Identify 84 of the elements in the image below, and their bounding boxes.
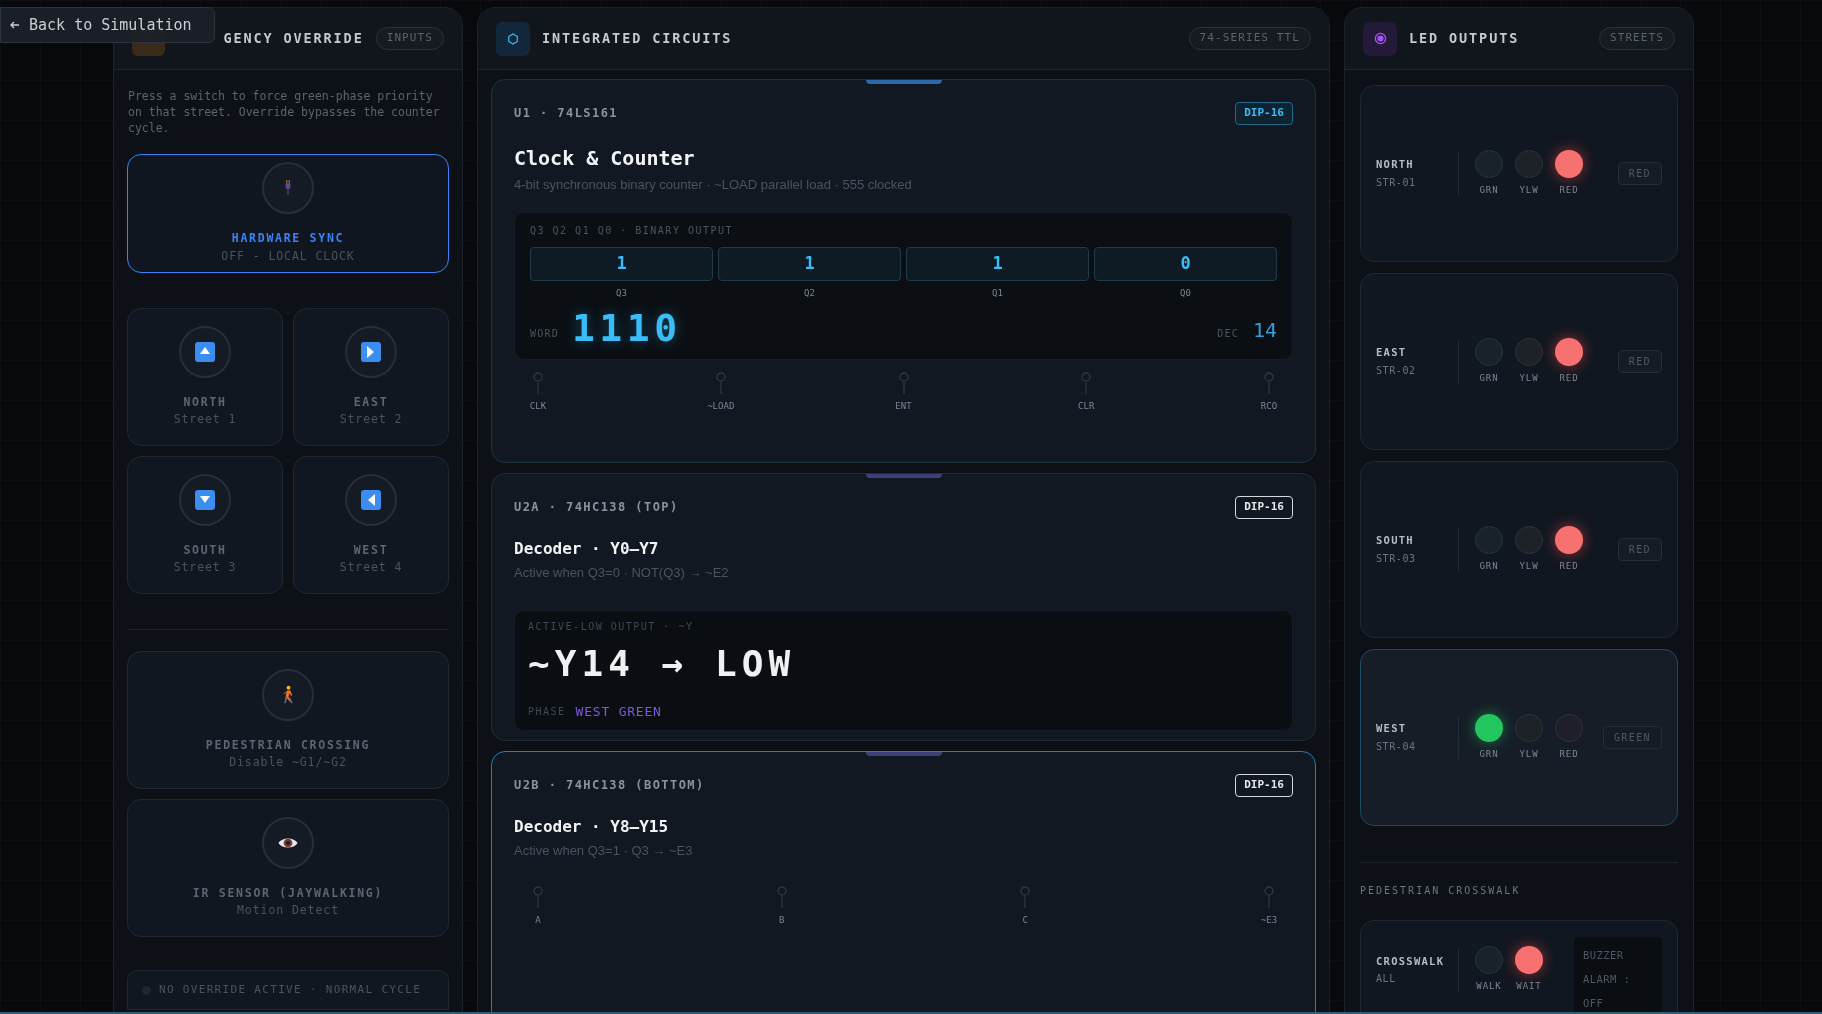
lamp-label: YLW	[1519, 183, 1539, 197]
bit-label: Q0	[1180, 287, 1191, 300]
lamp-label: RED	[1559, 183, 1579, 197]
street-code: STR-04	[1376, 739, 1417, 754]
lamp-label: RED	[1559, 747, 1579, 761]
section-label: PEDESTRIAN CROSSWALK	[1360, 884, 1522, 898]
bit-value: 1	[906, 247, 1089, 281]
chip-id: U1 · 74LS161	[514, 105, 618, 123]
package-badge: DIP-16	[1235, 496, 1293, 519]
word-value: 1110	[571, 308, 682, 347]
switch-card[interactable]: WEST Street 4	[293, 456, 449, 594]
switch-card[interactable]: EAST Street 2	[293, 308, 449, 446]
pin-label: C	[1022, 914, 1028, 927]
panel-title: GENCY OVERRIDE	[223, 29, 364, 49]
pin-label: CLK	[529, 399, 547, 413]
panel-badge: STREETS	[1598, 27, 1675, 50]
lamp-label: GRN	[1479, 747, 1499, 761]
state-badge: GREEN	[1602, 726, 1662, 749]
pin-label: A	[535, 914, 541, 927]
bit-label: Q3	[616, 287, 627, 300]
output-value: ~Y14 → LOW	[528, 646, 797, 682]
lamp-label: YLW	[1519, 559, 1539, 573]
chip-subtitle: 4-bit synchronous binary counter · ~LOAD parallel load · 555 clocked	[514, 175, 913, 194]
pin-label: ~LOAD	[707, 399, 735, 413]
street-name: NORTH	[1376, 157, 1415, 173]
pin-label: RCO	[1260, 399, 1278, 413]
bit-value: 1	[718, 247, 901, 281]
output-label: ACTIVE-LOW OUTPUT · ~Y	[528, 620, 695, 634]
switch-card[interactable]: IR SENSOR (JAYWALKING) Motion Detect	[127, 799, 449, 937]
buzzer-display: BUZZER ALARM : OFF	[1574, 937, 1662, 1014]
lamp-label: YLW	[1519, 747, 1539, 761]
street-name: SOUTH	[1376, 533, 1415, 549]
bit-label: Q1	[992, 287, 1003, 300]
pin-label: ~E3	[1260, 914, 1278, 927]
lamp-label: RED	[1559, 559, 1579, 573]
chip-id: U2B · 74HC138 (BOTTOM)	[514, 777, 705, 795]
panel-title: INTEGRATED CIRCUITS	[542, 29, 733, 49]
bit-value: 0	[1094, 247, 1277, 281]
lamp-label: GRN	[1479, 371, 1499, 385]
switch-card[interactable]: NORTH Street 1	[127, 308, 283, 446]
output-label: Q3 Q2 Q1 Q0 · BINARY OUTPUT	[530, 224, 735, 238]
panel-title: LED OUTPUTS	[1409, 29, 1520, 49]
status-text: NO OVERRIDE ACTIVE · NORMAL CYCLE	[159, 981, 422, 998]
dec-value: 14	[1252, 316, 1277, 344]
lamp-label: WAIT	[1516, 980, 1542, 994]
lamp-label: WALK	[1476, 980, 1502, 994]
phase-value: WEST GREEN	[575, 703, 662, 721]
state-badge: RED	[1617, 350, 1662, 373]
street-name: CROSSWALK	[1376, 953, 1446, 969]
pin-label: ENT	[895, 399, 912, 413]
panel-badge: 74-SERIES TTL	[1188, 27, 1311, 50]
chip-title: Decoder · Y8–Y15	[514, 815, 670, 838]
street-name: WEST	[1376, 721, 1408, 737]
street-code: ALL	[1376, 972, 1397, 987]
pin-label: CLR	[1078, 399, 1095, 413]
package-badge: DIP-16	[1235, 774, 1293, 797]
package-badge: DIP-16	[1235, 102, 1293, 125]
chip-subtitle: Active when Q3=1 · Q3 → ~E3	[514, 841, 694, 860]
panel-badge: INPUTS	[375, 27, 444, 50]
state-badge: RED	[1617, 538, 1662, 561]
chip-subtitle: Active when Q3=0 · NOT(Q3) → ~E2	[514, 563, 730, 582]
lamp-label: YLW	[1519, 371, 1539, 385]
bit-value: 1	[530, 247, 713, 281]
state-badge: RED	[1617, 162, 1662, 185]
lamp-label: GRN	[1479, 559, 1499, 573]
bit-label: Q2	[804, 287, 815, 300]
street-code: STR-03	[1376, 551, 1417, 566]
street-code: STR-01	[1376, 175, 1417, 190]
description-text: Press a switch to force green-phase priority on that street. Override bypasses the counter cycle.	[127, 88, 441, 136]
street-name: EAST	[1376, 345, 1408, 361]
switch-card[interactable]: SOUTH Street 3	[127, 456, 283, 594]
back-button[interactable]: Back to Simulation	[0, 7, 215, 43]
pin-label: B	[778, 914, 785, 927]
word-label: WORD	[530, 326, 559, 341]
street-code: STR-02	[1376, 363, 1417, 378]
switch-card[interactable]: PEDESTRIAN CROSSING Disable ~G1/~G2	[127, 651, 449, 789]
phase-label: PHASE	[528, 705, 566, 720]
chip-title: Clock & Counter	[514, 144, 696, 172]
chip-title: Decoder · Y0–Y7	[514, 537, 660, 560]
lamp-label: GRN	[1479, 183, 1499, 197]
dec-label: DEC	[1217, 326, 1239, 341]
switch-card[interactable]: HARDWARE SYNC OFF - LOCAL CLOCK	[127, 154, 449, 273]
chip-id: U2A · 74HC138 (TOP)	[514, 499, 679, 517]
lamp-label: RED	[1559, 371, 1579, 385]
